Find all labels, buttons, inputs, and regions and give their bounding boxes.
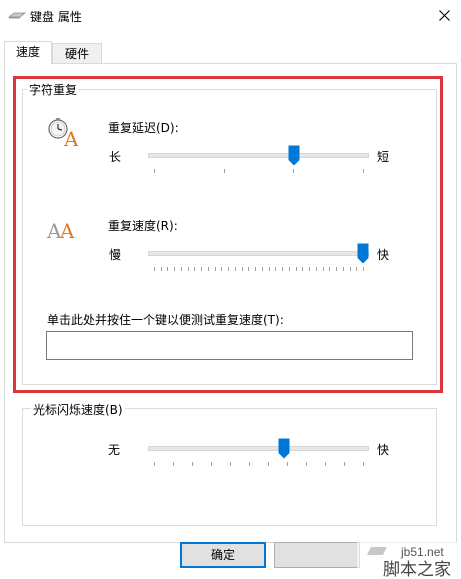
cursor-blink-thumb[interactable] [278,438,290,459]
highlight-frame [13,76,443,393]
slider-tick [268,462,269,466]
svg-text:脚本之家: 脚本之家 [383,560,451,579]
slider-tick [325,462,326,466]
cursor-blink-min-label: 无 [108,443,121,457]
close-icon [438,9,450,21]
slider-tick [230,462,231,466]
slider-tick [154,462,155,466]
slider-tick [306,462,307,466]
tab-hardware[interactable]: 硬件 [52,43,102,63]
cursor-blink-ticks [154,462,364,466]
slider-tick [173,462,174,466]
cancel-button[interactable] [274,542,360,568]
tab-speed[interactable]: 速度 [4,41,52,64]
slider-tick [344,462,345,466]
svg-text:jb51.net: jb51.net [400,545,444,559]
cursor-blink-track [148,446,369,451]
slider-tick [211,462,212,466]
window-title: 键盘 属性 [30,10,82,24]
slider-tick [363,462,364,466]
title-bar: 键盘 属性 [0,0,461,32]
slider-tick [249,462,250,466]
cursor-blink-max-label: 快 [377,443,390,457]
close-button[interactable] [430,2,458,28]
slider-tick [287,462,288,466]
ok-button[interactable]: 确定 [180,542,266,568]
keyboard-icon [8,12,26,19]
cursor-blink-group-label: 光标闪烁速度(B) [31,401,125,418]
cursor-blink-slider[interactable] [148,438,369,473]
slider-tick [192,462,193,466]
watermark-logo: jb51.net 脚本之家 [357,542,461,579]
